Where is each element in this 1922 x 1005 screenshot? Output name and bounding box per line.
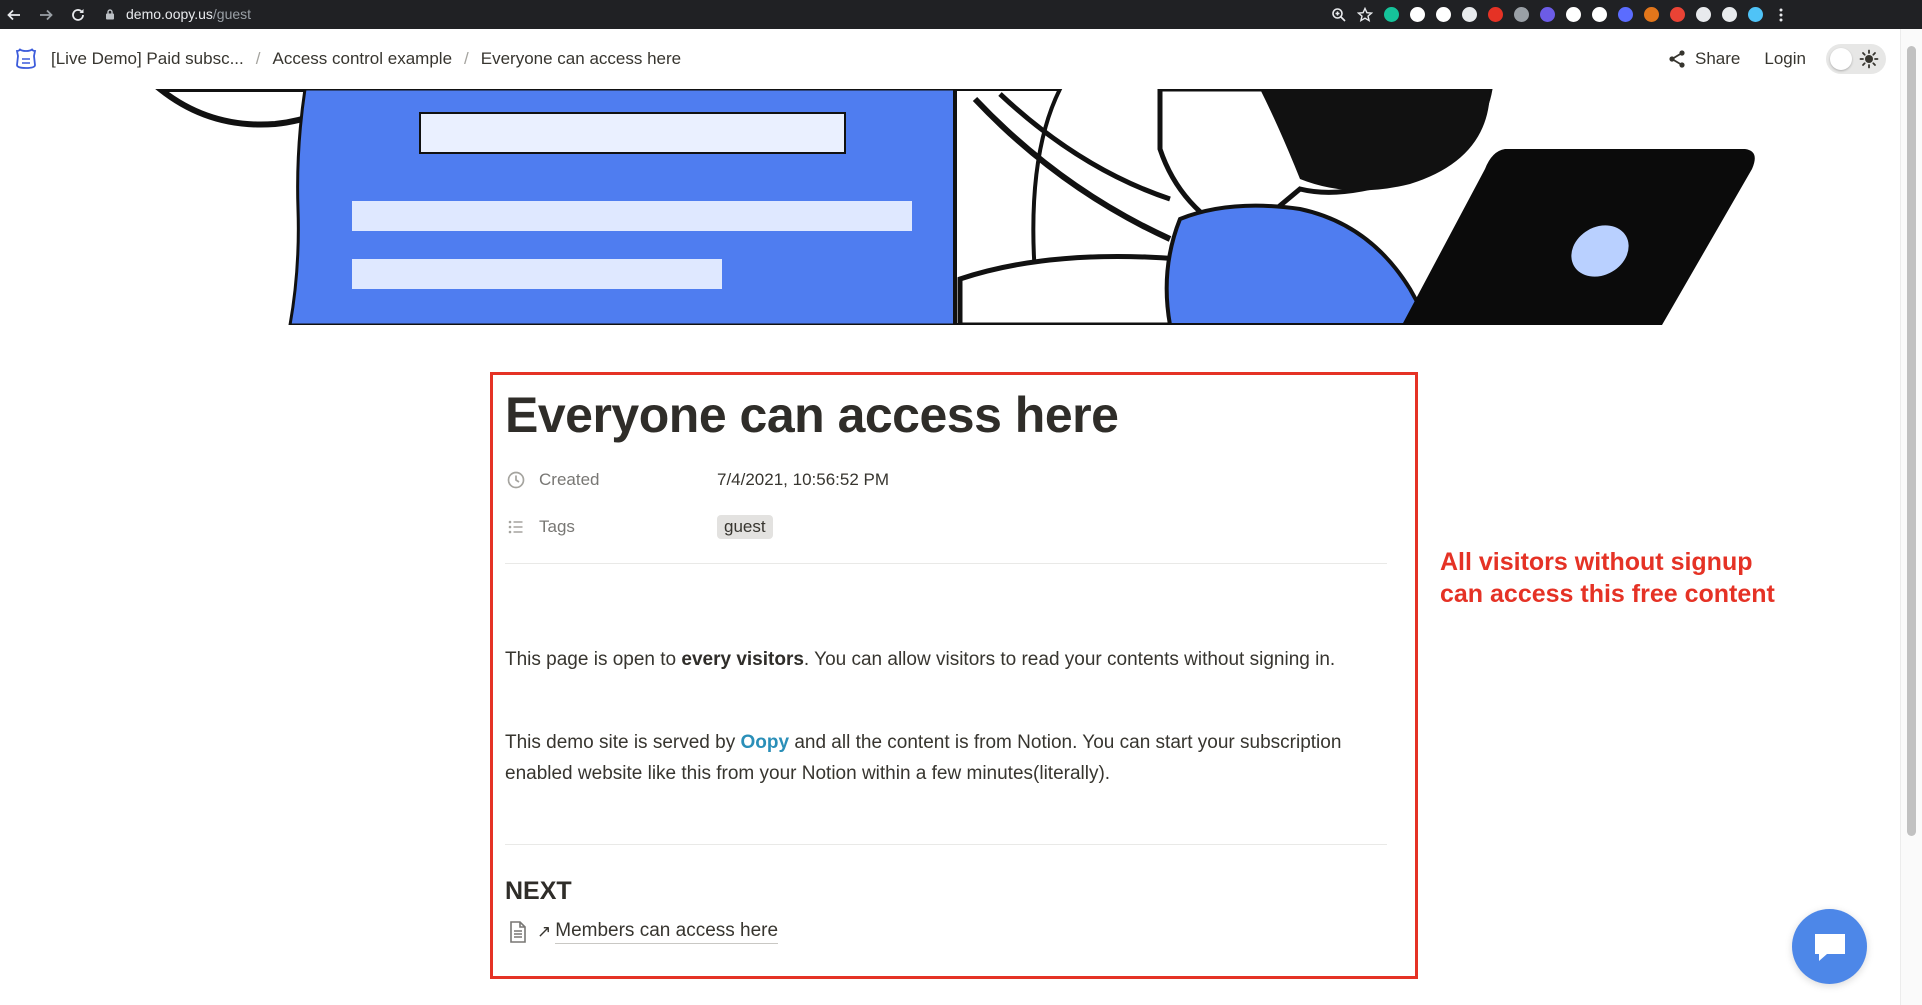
- sun-icon: [1859, 49, 1879, 69]
- puzzle-icon[interactable]: [1690, 2, 1716, 28]
- grammarly-icon[interactable]: [1378, 2, 1404, 28]
- bold-every-visitors: every visitors: [681, 649, 804, 670]
- annotation-line-1: All visitors without signup: [1440, 548, 1753, 576]
- reload-icon: [71, 8, 84, 21]
- reload-button[interactable]: [64, 1, 91, 28]
- theme-toggle[interactable]: [1826, 44, 1886, 74]
- annotation-line-2: can access this free content: [1440, 580, 1775, 608]
- list-icon: [505, 516, 527, 538]
- circle-grey-icon[interactable]: [1508, 2, 1534, 28]
- notion-web-clipper-icon-glyph: [1435, 7, 1451, 22]
- url-host: demo.oopy.us: [126, 6, 213, 22]
- layers-icon[interactable]: [1456, 2, 1482, 28]
- color-wheel-icon[interactable]: [1664, 2, 1690, 28]
- extension-c-icon-glyph: [1409, 7, 1425, 22]
- red-shield-icon[interactable]: [1482, 2, 1508, 28]
- color-wheel-icon-glyph: [1669, 7, 1685, 22]
- breadcrumb: [Live Demo] Paid subsc... / Access contr…: [47, 29, 685, 89]
- back-arrow-icon: [6, 9, 20, 20]
- menu-kebab-icon[interactable]: [1768, 2, 1794, 28]
- annotation-note: All visitors without signup can access t…: [1440, 546, 1775, 610]
- breadcrumb-item-access-control[interactable]: Access control example: [269, 49, 457, 69]
- circle-grey-icon-glyph: [1513, 7, 1529, 22]
- purple-compass-icon[interactable]: [1534, 2, 1560, 28]
- properties-divider: [505, 563, 1387, 564]
- url-path: /guest: [212, 6, 252, 22]
- metamask-fox-icon-glyph: [1643, 7, 1659, 22]
- property-tags-label: Tags: [539, 517, 575, 536]
- cover-image: [0, 89, 1900, 325]
- next-page-link[interactable]: ↗ Members can access here: [507, 917, 779, 947]
- screen-capture-icon-glyph: [1591, 7, 1607, 22]
- extension-c-icon[interactable]: [1404, 2, 1430, 28]
- white-dot-icon[interactable]: [1560, 2, 1586, 28]
- toggle-knob: [1830, 48, 1852, 70]
- cover-illustration: [155, 89, 1755, 325]
- site-logo-icon[interactable]: [14, 47, 38, 71]
- puzzle-icon-glyph: [1695, 7, 1711, 22]
- back-button[interactable]: [0, 1, 27, 28]
- forward-arrow-icon: [39, 9, 53, 20]
- document-icon: [510, 921, 526, 943]
- red-shield-icon-glyph: [1487, 7, 1503, 22]
- share-label: Share: [1695, 49, 1741, 68]
- blue-pill-icon[interactable]: [1612, 2, 1638, 28]
- content-divider: [505, 844, 1387, 845]
- lock-icon: [106, 9, 114, 20]
- property-tags: Tags guest: [505, 512, 773, 542]
- purple-compass-icon-glyph: [1539, 7, 1555, 22]
- link-arrow-icon: ↗: [537, 922, 552, 941]
- profile-avatar-icon[interactable]: [1742, 2, 1768, 28]
- playlist-icon-glyph: [1721, 7, 1737, 22]
- bookmark-star-icon[interactable]: [1352, 2, 1378, 28]
- highlight-frame: [490, 372, 1418, 979]
- breadcrumb-item-root[interactable]: [Live Demo] Paid subsc...: [47, 49, 248, 69]
- metamask-fox-icon[interactable]: [1638, 2, 1664, 28]
- next-heading: NEXT: [505, 877, 572, 905]
- property-created-value: 7/4/2021, 10:56:52 PM: [717, 470, 890, 489]
- breadcrumb-item-current[interactable]: Everyone can access here: [477, 49, 685, 69]
- forward-button[interactable]: [32, 1, 59, 28]
- header-actions: Share Login: [1667, 29, 1886, 89]
- next-page-label: Members can access here: [555, 920, 779, 944]
- breadcrumb-separator: /: [464, 49, 469, 68]
- zoom-icon[interactable]: [1326, 2, 1352, 28]
- browser-toolbar: demo.oopy.us/guest: [0, 0, 1922, 29]
- chat-icon: [1814, 933, 1845, 961]
- share-icon: [1669, 50, 1685, 68]
- paragraph-demo-site: This demo site is served by Oopy and all…: [505, 732, 1342, 784]
- profile-avatar-icon-glyph: [1747, 7, 1763, 22]
- playlist-icon[interactable]: [1716, 2, 1742, 28]
- notion-web-clipper-icon[interactable]: [1430, 2, 1456, 28]
- extensions-bar: [1326, 0, 1794, 29]
- page-title: Everyone can access here: [505, 387, 1119, 443]
- blue-pill-icon-glyph: [1617, 7, 1633, 22]
- layers-icon-glyph: [1461, 7, 1477, 22]
- oopy-link[interactable]: Oopy: [740, 732, 789, 753]
- clock-icon: [505, 469, 527, 491]
- property-created: Created 7/4/2021, 10:56:52 PM: [505, 465, 889, 495]
- breadcrumb-separator: /: [255, 49, 261, 68]
- screen-capture-icon[interactable]: [1586, 2, 1612, 28]
- scrollbar-thumb[interactable]: [1907, 46, 1916, 836]
- tag-badge: guest: [717, 515, 773, 539]
- login-button[interactable]: Login: [1764, 49, 1806, 69]
- property-created-label: Created: [539, 470, 600, 489]
- white-dot-icon-glyph: [1565, 7, 1581, 22]
- site-header: [Live Demo] Paid subsc... / Access contr…: [0, 29, 1900, 89]
- address-bar[interactable]: demo.oopy.us/guest: [104, 3, 1384, 25]
- paragraph-open-access: This page is open to every visitors. You…: [505, 649, 1336, 670]
- grammarly-icon-glyph: [1383, 7, 1399, 22]
- chat-button[interactable]: [1792, 909, 1867, 984]
- share-button[interactable]: Share: [1667, 49, 1740, 69]
